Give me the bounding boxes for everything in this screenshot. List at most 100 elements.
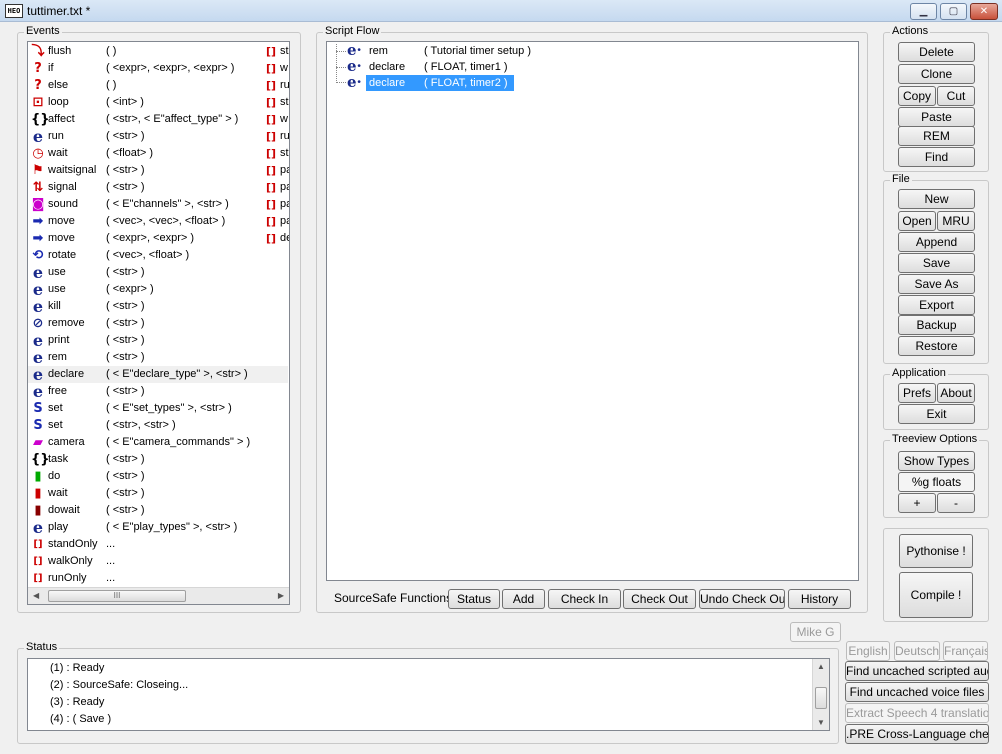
plus-button[interactable]: + [898,493,936,513]
tree-item[interactable]: e· declare ( FLOAT, timer1 ) [347,59,517,75]
event-item[interactable]: e play ( < E"play_types" >, <str> ) [28,519,288,536]
english-button[interactable]: English [846,641,890,661]
status-vscrollbar[interactable]: ▲ ▼ [812,659,829,730]
bracket-icon: [] [265,113,277,126]
tree-item[interactable]: e· rem ( Tutorial timer setup ) [347,41,531,59]
bracket-icon: [] [265,198,277,211]
scroll-up-icon[interactable]: ▲ [817,662,825,671]
event-item[interactable]: ▰ camera ( < E"camera_commands" > ) [28,434,288,451]
event-item[interactable]: ? if ( <expr>, <expr>, <expr> ) [28,60,288,77]
sourcesafe-check-in-button[interactable]: Check In [548,589,621,609]
event-item[interactable]: ◷ wait ( <float> ) [28,145,288,162]
event-item[interactable]: [] walkOnly... [28,553,288,570]
delete-button[interactable]: Delete [898,42,975,62]
scroll-left-icon[interactable]: ◀ [33,591,39,600]
compile-button[interactable]: Compile ! [899,572,973,618]
restore-button[interactable]: Restore [898,336,975,356]
minimize-button[interactable]: ▁ [910,3,937,20]
pythonise-button[interactable]: Pythonise ! [899,534,973,568]
close-button[interactable]: ✕ [970,3,998,20]
find-uncached-audio-button[interactable]: Find uncached scripted audio [845,661,989,681]
events-hscrollbar[interactable]: ◀ III ▶ [28,587,289,604]
event-item[interactable]: e rem ( <str> ) [28,349,288,366]
save-as-button[interactable]: Save As [898,274,975,294]
event-item[interactable]: Sset ( <str>, <str> ) [28,417,288,434]
event-item[interactable]: e print ( <str> ) [28,332,288,349]
event-item[interactable]: Sset ( < E"set_types" >, <str> ) [28,400,288,417]
event-name: flush [48,45,72,57]
sourcesafe-check-out-button[interactable]: Check Out [623,589,696,609]
mru-button[interactable]: MRU [937,211,975,231]
event-item[interactable]: ⤵ flush ( ) [28,43,288,60]
event-item[interactable]: ⇅ signal ( <str> ) [28,179,288,196]
event-e-icon: e· [347,41,362,59]
event-item[interactable]: e declare ( < E"declare_type" >, <str> ) [28,366,288,383]
extract-speech-button[interactable]: Extract Speech 4 translation [845,703,989,723]
event-item[interactable]: e free ( <str> ) [28,383,288,400]
francais-button[interactable]: Français [943,641,988,661]
events-list[interactable]: ⤵ flush ( )? if ( <expr>, <expr>, <expr> )? e… [27,41,290,605]
event-name: wait [48,147,68,159]
open-button[interactable]: Open [898,211,936,231]
save-button[interactable]: Save [898,253,975,273]
event-item[interactable]: ⊘ remove ( <str> ) [28,315,288,332]
flush-icon: ⤵ [31,44,45,59]
events-hscroll-thumb[interactable]: III [48,590,186,602]
sourcesafe-status-button[interactable]: Status [448,589,500,609]
rem-button[interactable]: REM [898,126,975,146]
event-item[interactable]: e kill ( <str> ) [28,298,288,315]
deutsch-button[interactable]: Deutsch [894,641,940,661]
event-item[interactable]: e run ( <str> ) [28,128,288,145]
backup-button[interactable]: Backup [898,315,975,335]
new-button[interactable]: New [898,189,975,209]
event-item[interactable]: ? else ( ) [28,77,288,94]
export-button[interactable]: Export [898,295,975,315]
scroll-down-icon[interactable]: ▼ [817,718,825,727]
loop-icon: ⊡ [32,95,44,110]
status-vscroll-thumb[interactable] [815,687,827,709]
event-item[interactable]: ⚑ waitsignal ( <str> ) [28,162,288,179]
event-args: ( <int> ) [106,96,144,108]
paste-button[interactable]: Paste [898,107,975,127]
float-format-button[interactable]: %g floats [898,472,975,492]
event-item[interactable]: ◙ sound ( < E"channels" >, <str> ) [28,196,288,213]
maximize-button[interactable]: ▢ [940,3,967,20]
cut-button[interactable]: Cut [937,86,975,106]
event-item[interactable]: ➡ move ( <vec>, <vec>, <float> ) [28,213,288,230]
event-item[interactable]: ⊡ loop ( <int> ) [28,94,288,111]
status-log[interactable]: (1) : Ready (2) : SourceSafe: Closeing...… [27,658,830,731]
event-item[interactable]: [] runOnly... [28,570,288,587]
scroll-right-icon[interactable]: ▶ [278,591,284,600]
tree-connector [336,67,346,68]
event-item[interactable]: e use ( <str> ) [28,264,288,281]
script-flow-tree[interactable]: e· rem ( Tutorial timer setup ) e· declare ( … [326,41,859,581]
copy-button[interactable]: Copy [898,86,936,106]
show-types-button[interactable]: Show Types [898,451,975,471]
bracket-icon: [] [33,556,43,567]
event-item[interactable]: e use ( <expr> ) [28,281,288,298]
event-item[interactable]: [] standOnly... [28,536,288,553]
event-item[interactable]: ➡ move ( <expr>, <expr> ) [28,230,288,247]
exit-button[interactable]: Exit [898,404,975,424]
event-item[interactable]: ▮ dowait ( <str> ) [28,502,288,519]
pre-check-button[interactable]: .PRE Cross-Language check [845,724,989,744]
event-name: st [280,45,289,57]
tree-item[interactable]: e· declare ( FLOAT, timer2 ) [347,75,517,91]
sourcesafe-history-button[interactable]: History [788,589,851,609]
user-button[interactable]: Mike G [790,622,841,642]
find-uncached-voice-button[interactable]: Find uncached voice files [845,682,989,702]
clone-button[interactable]: Clone [898,64,975,84]
find-button[interactable]: Find [898,147,975,167]
event-item[interactable]: ▮ wait ( <str> ) [28,485,288,502]
event-item[interactable]: {} affect ( <str>, < E"affect_type" > ) [28,111,288,128]
event-item[interactable]: ▮ do ( <str> ) [28,468,288,485]
event-item[interactable]: ⟲ rotate ( <vec>, <float> ) [28,247,288,264]
sourcesafe-add-button[interactable]: Add [502,589,545,609]
sourcesafe-undo-check-out-button[interactable]: Undo Check Out [699,589,785,609]
minus-button[interactable]: - [937,493,975,513]
event-item[interactable]: {} task ( <str> ) [28,451,288,468]
event-e-icon: e· [347,73,362,91]
append-button[interactable]: Append [898,232,975,252]
prefs-button[interactable]: Prefs [898,383,936,403]
about-button[interactable]: About [937,383,975,403]
